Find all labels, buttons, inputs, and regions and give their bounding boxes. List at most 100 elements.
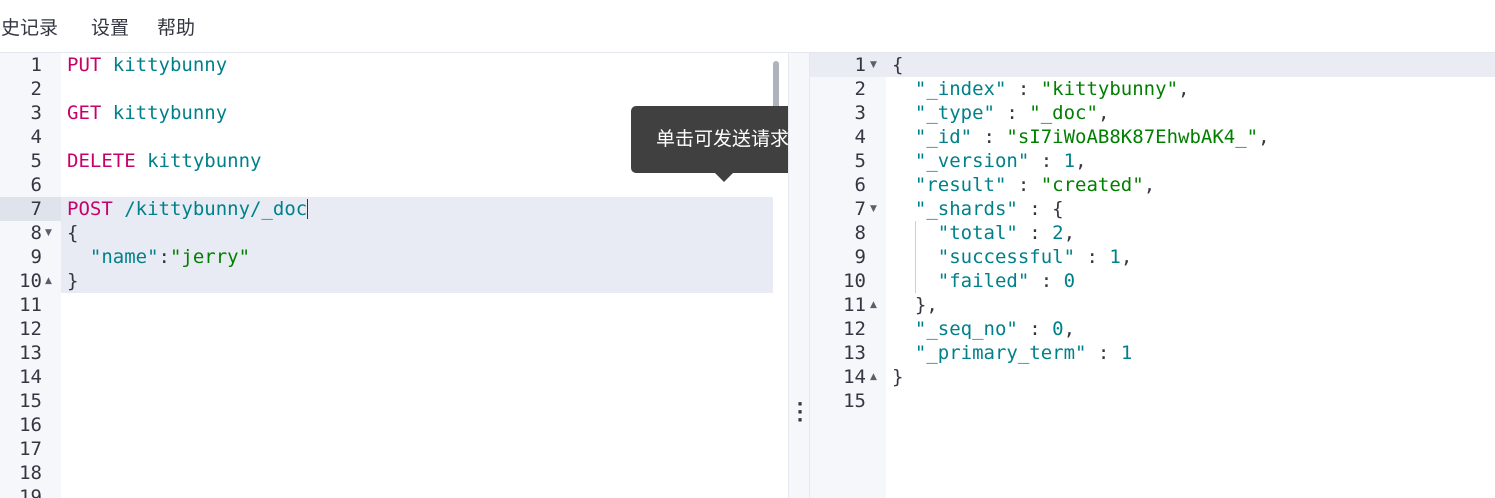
code-token: 1 (1120, 342, 1133, 364)
code-token: POST (67, 198, 113, 220)
code-text: "_id" : "sI7iWoAB8K87EhwbAK4_", (892, 125, 1270, 149)
code-token: , (1063, 318, 1076, 340)
code-token: "total" (937, 222, 1018, 244)
code-token: "_seq_no" (914, 318, 1018, 340)
code-text: "result" : "created", (892, 173, 1155, 197)
line-number: 8 (30, 222, 42, 244)
menu-item-help[interactable]: 帮助 (157, 13, 195, 40)
code-token: "result" (914, 174, 1007, 196)
menu-item-settings[interactable]: 设置 (91, 13, 129, 40)
line-number: 14 (19, 366, 42, 388)
response-line: 11 ▲ }, (810, 293, 1495, 317)
line-number: 13 (843, 342, 866, 364)
line-number: 7 (30, 198, 42, 220)
vertical-dots-icon: · · · (796, 394, 804, 431)
code-token: "successful" (937, 246, 1076, 268)
line-number: 6 (854, 174, 866, 196)
code-token: "failed" (937, 270, 1030, 292)
code-token: 1 (1063, 150, 1076, 172)
fold-up-icon[interactable]: ▲ (870, 365, 877, 389)
code-text: "name":"jerry" (67, 245, 250, 269)
code-token: , (1143, 174, 1156, 196)
fold-up-icon[interactable]: ▲ (45, 269, 52, 293)
request-line: 18 (0, 461, 788, 485)
code-token: 2 (1052, 222, 1064, 244)
fold-up-icon[interactable]: ▲ (870, 293, 877, 317)
code-token: "name" (89, 246, 159, 268)
line-number: 7 (854, 198, 866, 220)
code-token: : (972, 126, 1007, 148)
line-number: 11 (19, 294, 42, 316)
code-token: "_id" (914, 126, 973, 148)
line-number: 12 (843, 318, 866, 340)
code-token: : (1006, 174, 1041, 196)
line-number: 9 (854, 246, 866, 268)
response-line: 7 ▼ "_shards" : { (810, 197, 1495, 221)
line-number: 3 (30, 102, 42, 124)
line-number: 9 (30, 246, 42, 268)
code-text: "_version" : 1, (892, 149, 1087, 173)
code-token: DELETE (67, 150, 136, 172)
code-token: "sI7iWoAB8K87EhwbAK4_" (1006, 126, 1259, 148)
code-text: } (892, 365, 903, 389)
code-token: } (67, 270, 79, 292)
code-token: : (1029, 270, 1064, 292)
code-text: "failed" : 0 (892, 269, 1075, 293)
response-viewer: 1 ▼{2 "_index" : "kittybunny", 3 "_type" :… (810, 53, 1495, 498)
line-number: 15 (843, 390, 866, 412)
code-token: }, (892, 294, 938, 316)
code-token: 0 (1063, 270, 1076, 292)
code-token: "_index" (914, 78, 1007, 100)
code-token: , (1063, 222, 1076, 244)
request-line: 17 (0, 437, 788, 461)
request-line: 9 "name":"jerry" (0, 245, 788, 269)
line-number: 13 (19, 342, 42, 364)
code-text: "_type" : "_doc", (892, 101, 1110, 125)
request-line: 7 POST /kittybunny/_doc (0, 197, 788, 221)
menu-item-history[interactable]: 历史记录 (0, 13, 58, 40)
code-token: PUT (67, 54, 102, 76)
code-text: } (67, 269, 78, 293)
pane-resizer[interactable]: · · · (788, 53, 810, 498)
line-number: 5 (30, 150, 42, 172)
line-number: 11 (843, 294, 866, 316)
response-line: 3 "_type" : "_doc", (810, 101, 1495, 125)
code-text: "_primary_term" : 1 (892, 341, 1132, 365)
code-token: : (1075, 246, 1110, 268)
line-number: 2 (30, 78, 42, 100)
line-number: 1 (30, 54, 42, 76)
code-text: { (892, 53, 903, 77)
line-number: 8 (854, 222, 866, 244)
code-text: "total" : 2, (892, 221, 1075, 245)
code-token: : (994, 102, 1030, 124)
code-token: /kittybunny/_doc (124, 198, 308, 220)
line-number: 12 (19, 318, 42, 340)
request-line: 15 (0, 389, 788, 413)
fold-down-icon[interactable]: ▼ (870, 197, 877, 221)
request-line: 2 (0, 77, 788, 101)
line-number: 4 (854, 126, 866, 148)
line-number: 10 (19, 270, 42, 292)
code-text: POST /kittybunny/_doc (67, 197, 309, 221)
fold-down-icon[interactable]: ▼ (45, 221, 52, 245)
code-token: kittybunny (147, 150, 262, 172)
line-number: 17 (19, 438, 42, 460)
line-number: 19 (19, 486, 42, 498)
line-number: 3 (854, 102, 866, 124)
code-token: kittybunny (112, 54, 228, 76)
response-line: 4 "_id" : "sI7iWoAB8K87EhwbAK4_", (810, 125, 1495, 149)
request-line: 10 ▲} (0, 269, 788, 293)
line-number: 16 (19, 414, 42, 436)
response-line: 12 "_seq_no" : 0, (810, 317, 1495, 341)
code-token: : (158, 246, 170, 268)
code-token: "jerry" (169, 246, 251, 268)
request-line: 14 (0, 365, 788, 389)
code-token: : (1017, 222, 1053, 244)
fold-down-icon[interactable]: ▼ (870, 53, 877, 77)
